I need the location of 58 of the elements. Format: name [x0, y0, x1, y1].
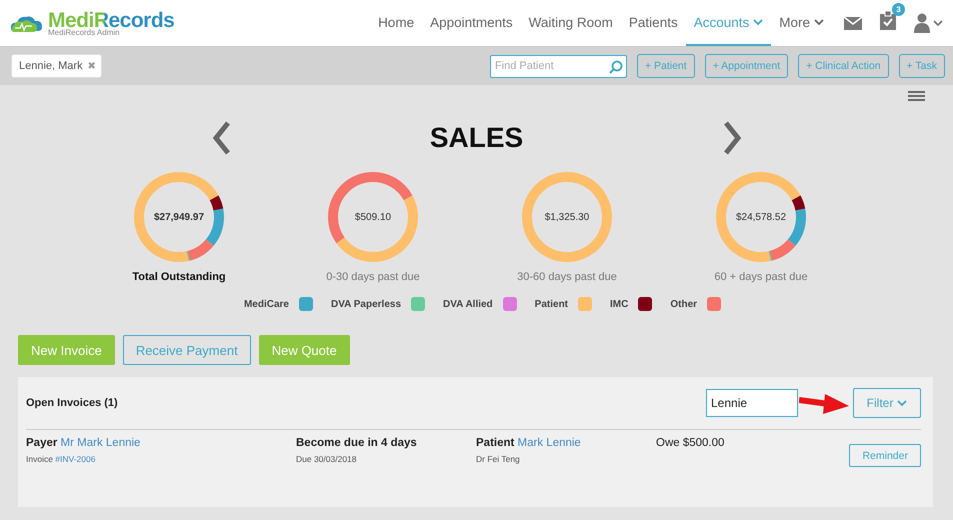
legend-label: DVA Paperless	[330, 298, 402, 310]
payer-text: Payer Mr Mark Lennie	[26, 437, 142, 449]
menu-icon[interactable]	[908, 91, 925, 101]
doctor-name: Dr Fei Teng	[476, 454, 521, 464]
arrow-annotation	[799, 391, 849, 416]
notification-badge: 3	[892, 3, 905, 16]
search-icon[interactable]	[608, 60, 623, 74]
legend-label: Other	[670, 298, 698, 310]
nav-link[interactable]: Appointments	[422, 0, 521, 46]
search-field[interactable]: Find Patient	[490, 54, 627, 78]
logo-subtitle: MediRecords Admin	[48, 28, 121, 36]
action-button[interactable]: Receive Payment	[122, 335, 251, 365]
amount-owed: Owe $500.00	[656, 437, 726, 449]
nav-link[interactable]: Home	[370, 0, 422, 46]
close-icon[interactable]: ✖	[88, 60, 96, 72]
action-button[interactable]: New Quote	[258, 335, 350, 365]
next-icon[interactable]	[722, 121, 742, 155]
search-field[interactable]: Lennie	[706, 389, 798, 417]
section-title: SALES	[428, 122, 524, 154]
due-status: Become due in 4 days	[296, 437, 418, 449]
user-icon	[914, 13, 930, 33]
panel-title: Open Invoices (1)	[26, 397, 118, 409]
legend-label: DVA Allied	[443, 298, 493, 310]
legend-label: MediCare	[244, 298, 289, 310]
amount-text: $24,578.52	[736, 212, 786, 222]
patient-tab[interactable]: Lennie, Mark ✖	[11, 54, 102, 78]
due-date: Due 30/03/2018	[296, 454, 358, 464]
invoice-text: Invoice #INV-2006	[26, 454, 96, 464]
reminder-button[interactable]: Reminder	[849, 444, 921, 467]
payer-link[interactable]: Mr Mark Lennie	[60, 437, 140, 449]
quick-action-button[interactable]: + Clinical Action	[798, 54, 889, 78]
previous-icon[interactable]	[212, 121, 232, 155]
chart-label: 60 + days past due	[714, 271, 808, 283]
action-button[interactable]: New Invoice	[18, 335, 115, 365]
amount-text: $1,325.30	[544, 212, 590, 222]
invoice-link[interactable]: #INV-2006	[55, 454, 96, 464]
logo-text: MediRecords	[48, 10, 174, 30]
quick-action-button[interactable]: + Appointment	[704, 54, 788, 78]
chevron-down-icon	[933, 19, 943, 27]
legend-label: IMC	[610, 298, 628, 310]
chevron-down-icon	[897, 399, 908, 407]
patient-text: Patient Mark Lennie	[476, 437, 582, 449]
chart-label: Total Outstanding	[132, 271, 226, 283]
quick-action-button[interactable]: + Task	[898, 54, 945, 78]
quick-action-button[interactable]: + Patient	[636, 54, 695, 78]
chart-label: 30-60 days past due	[517, 271, 617, 283]
user-menu[interactable]	[914, 13, 943, 33]
chart-label: 0-30 days past due	[326, 271, 420, 283]
nav-link[interactable]: Patients	[620, 0, 686, 46]
amount-text: $509.10	[354, 212, 392, 222]
amount-text: $27,949.97	[154, 212, 204, 222]
mail-icon[interactable]	[844, 15, 862, 31]
legend-label: Patient	[534, 298, 568, 310]
clipboard-icon[interactable]	[880, 11, 896, 30]
nav-link[interactable]: Waiting Room	[520, 0, 621, 46]
patient-link[interactable]: Mark Lennie	[518, 437, 581, 449]
nav-link[interactable]: More	[771, 0, 832, 46]
filter-button[interactable]: Filter	[853, 388, 921, 418]
